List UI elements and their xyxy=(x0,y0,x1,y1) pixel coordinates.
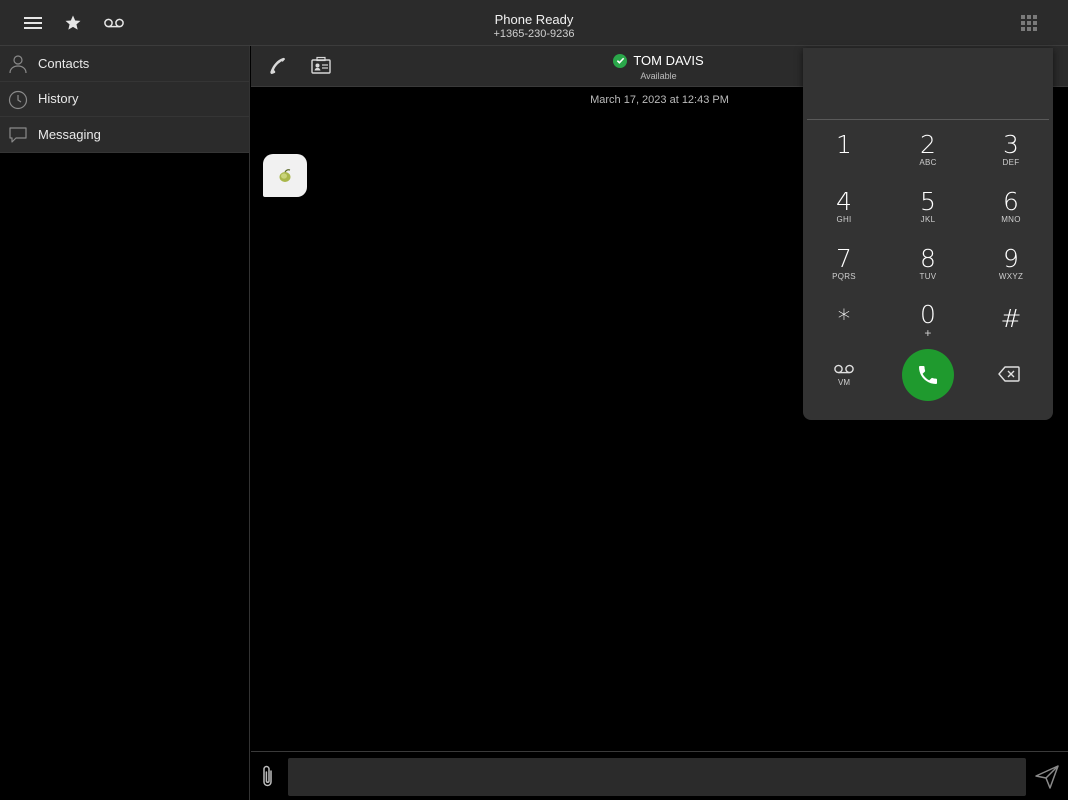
clock-icon xyxy=(8,90,28,110)
dialpad-key-7[interactable]: 7 PQRS xyxy=(814,246,874,296)
phone-status-title: Phone Ready xyxy=(494,12,574,27)
available-check-icon xyxy=(613,53,628,68)
key-letters: DEF xyxy=(1002,158,1020,167)
dialpad-popover: 1 2 ABC 3 DEF 4 GHI 5 JKL 6 MNO 7 PQRS 8… xyxy=(803,48,1053,420)
phone-handset-icon[interactable] xyxy=(267,56,289,78)
contact-name: TOM DAVIS xyxy=(633,53,704,68)
key-digit: 4 xyxy=(836,187,852,216)
key-digit: 0 xyxy=(920,300,936,329)
dialpad-key-3[interactable]: 3 DEF xyxy=(981,132,1041,182)
contact-name-row: TOM DAVIS xyxy=(613,53,704,68)
vm-label: VM xyxy=(838,378,850,387)
dialpad-key-hash[interactable]: # xyxy=(981,306,1041,356)
key-digit: 3 xyxy=(1003,130,1019,159)
dialpad-key-9[interactable]: 9 WXYZ xyxy=(981,246,1041,296)
dialpad-key-star[interactable]: * xyxy=(814,306,874,356)
contact-status: Available xyxy=(640,71,677,81)
key-digit: 9 xyxy=(1003,244,1019,273)
dialpad-key-4[interactable]: 4 GHI xyxy=(814,189,874,239)
key-letters: GHI xyxy=(836,215,852,224)
call-button[interactable] xyxy=(902,349,954,401)
sidebar-list: Contacts History Messaging xyxy=(0,46,249,153)
contact-card-icon[interactable] xyxy=(310,56,332,78)
key-digit: # xyxy=(1000,304,1022,333)
dialpad-key-6[interactable]: 6 MNO xyxy=(981,189,1041,239)
backspace-icon[interactable] xyxy=(998,366,1022,384)
sidebar-item-history[interactable]: History xyxy=(0,82,249,117)
sidebar-item-messaging[interactable]: Messaging xyxy=(0,117,249,153)
send-icon[interactable] xyxy=(1034,764,1060,790)
top-bar: Phone Ready +1365-230-9236 xyxy=(0,0,1068,46)
key-letters: + xyxy=(924,326,932,340)
dialpad-key-8[interactable]: 8 TUV xyxy=(898,246,958,296)
dialpad-voicemail-key[interactable]: VM xyxy=(829,362,859,392)
sidebar: Contacts History Messaging xyxy=(0,46,250,800)
key-letters: MNO xyxy=(1001,215,1021,224)
message-input[interactable] xyxy=(288,758,1026,796)
dialpad-key-1[interactable]: 1 xyxy=(814,132,874,182)
olive-emoji-icon xyxy=(279,168,291,182)
paperclip-icon[interactable] xyxy=(259,764,279,790)
key-letters: WXYZ xyxy=(998,272,1024,281)
chat-bubble-icon xyxy=(8,125,28,145)
key-letters: JKL xyxy=(920,215,936,224)
incoming-message-bubble[interactable] xyxy=(263,154,307,197)
sidebar-item-label: History xyxy=(38,91,79,107)
key-digit: 7 xyxy=(836,244,852,273)
dialpad-key-5[interactable]: 5 JKL xyxy=(898,189,958,239)
voicemail-icon xyxy=(834,364,854,374)
key-digit: 2 xyxy=(920,130,936,159)
sidebar-item-contacts[interactable]: Contacts xyxy=(0,46,249,82)
contact-info[interactable]: TOM DAVIS Available xyxy=(581,52,736,81)
phone-number: +1365-230-9236 xyxy=(493,28,575,40)
dialpad-key-2[interactable]: 2 ABC xyxy=(898,132,958,182)
dialpad-key-0[interactable]: 0 + xyxy=(898,302,958,352)
key-digit: 5 xyxy=(920,187,936,216)
dialpad-grid-icon[interactable] xyxy=(1019,13,1039,33)
key-digit: 6 xyxy=(1003,187,1019,216)
key-letters: PQRS xyxy=(832,272,856,281)
key-digit: 8 xyxy=(920,244,936,273)
sidebar-item-label: Messaging xyxy=(38,126,101,142)
key-letters: TUV xyxy=(919,272,937,281)
key-digit: 1 xyxy=(836,130,852,159)
key-letters: ABC xyxy=(919,158,937,167)
key-digit: * xyxy=(837,304,851,333)
phone-handset-icon xyxy=(919,366,937,384)
sidebar-item-label: Contacts xyxy=(38,55,90,71)
dialpad-number-input[interactable] xyxy=(807,48,1049,120)
message-composer xyxy=(251,751,1068,800)
person-icon xyxy=(8,54,28,74)
